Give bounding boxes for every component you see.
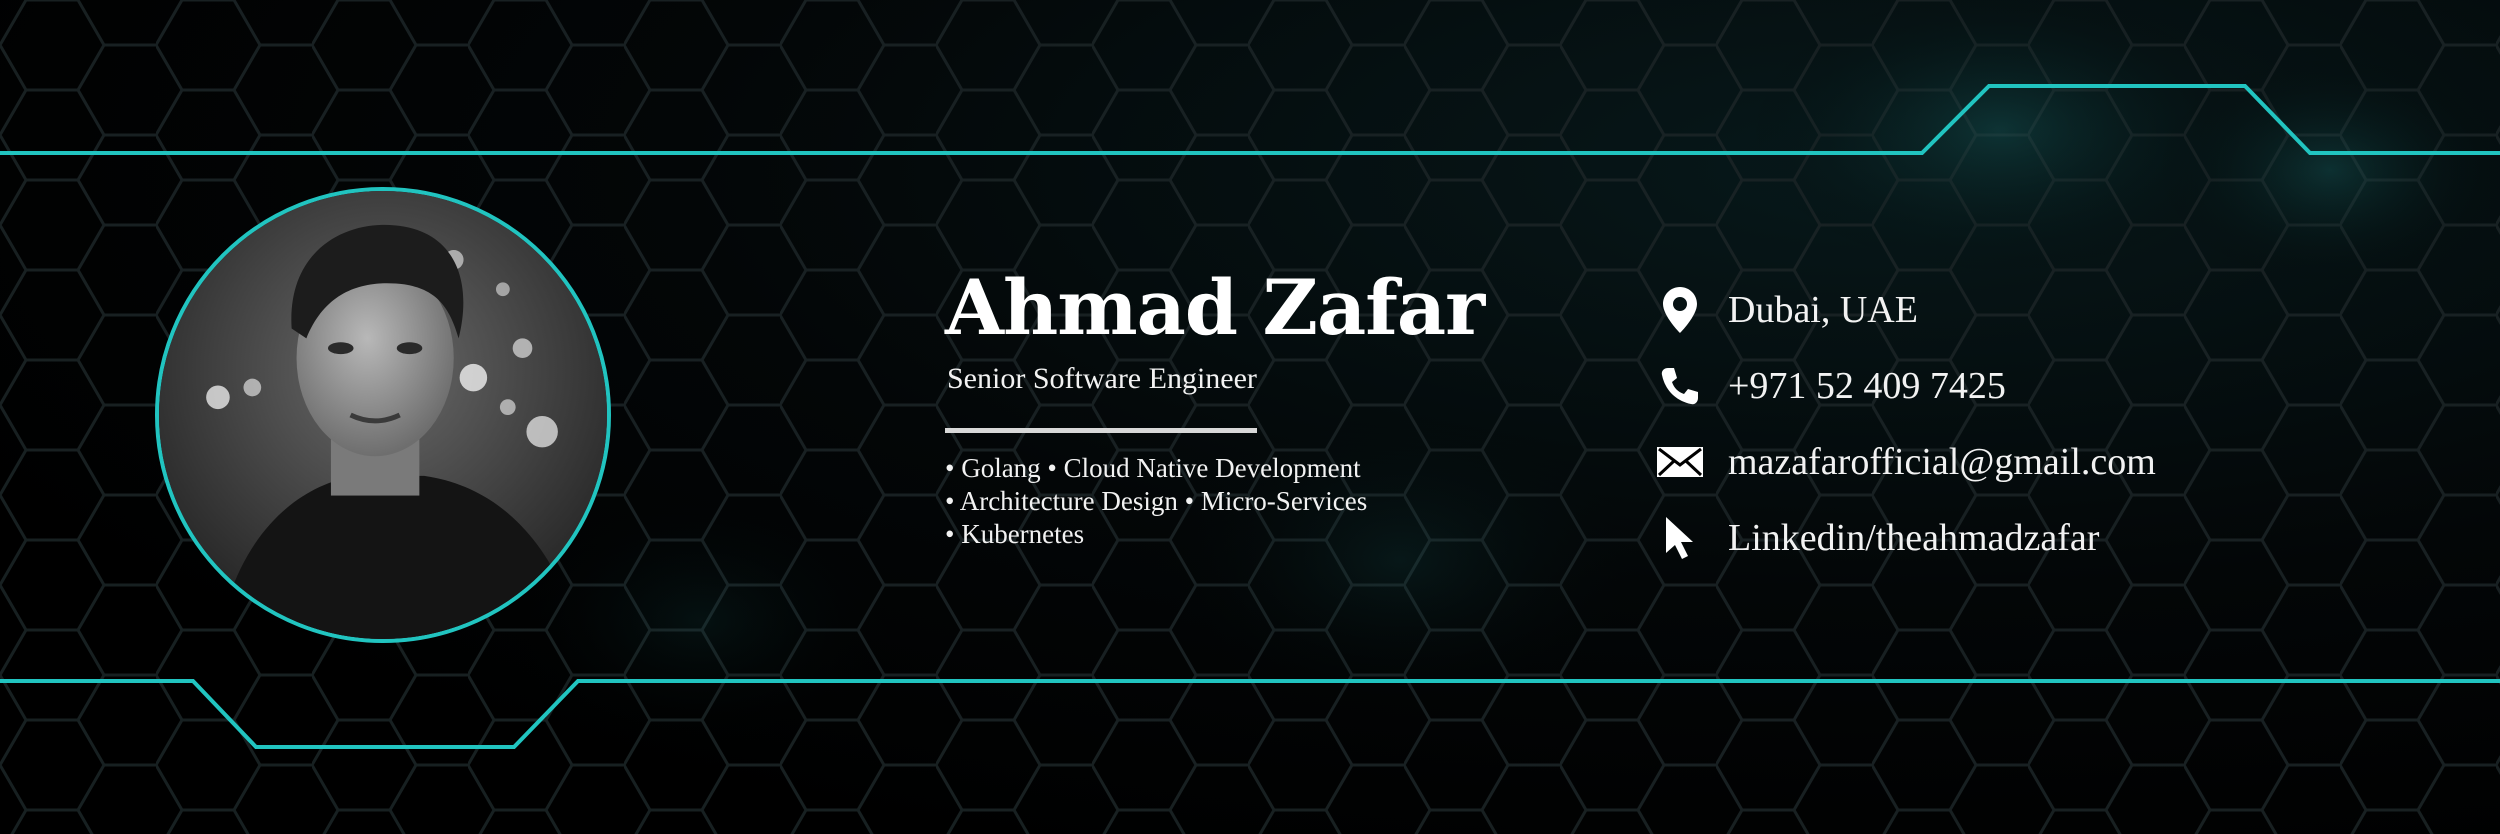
- contact-phone[interactable]: +971 52 409 7425: [1655, 348, 2156, 424]
- portrait-image: [159, 191, 607, 639]
- divider: [945, 428, 1257, 433]
- contact-list: Dubai, UAE +971 52 409 7425 mazafaroffic…: [1655, 272, 2156, 576]
- skills-list: • Golang • Cloud Native Development • Ar…: [945, 452, 1367, 551]
- location-pin-icon: [1655, 285, 1705, 335]
- skills-line: • Golang • Cloud Native Development: [945, 453, 1361, 483]
- signature-banner: Ahmad Zafar Senior Software Engineer • G…: [0, 0, 2500, 834]
- cursor-icon: [1655, 513, 1705, 563]
- job-title: Senior Software Engineer: [947, 362, 1257, 395]
- contact-linkedin[interactable]: Linkedin/theahmadzafar: [1655, 500, 2156, 576]
- phone-text[interactable]: +971 52 409 7425: [1728, 364, 2006, 408]
- linkedin-text[interactable]: Linkedin/theahmadzafar: [1728, 516, 2099, 560]
- phone-icon: [1655, 361, 1705, 411]
- profile-photo: [155, 187, 611, 643]
- location-text: Dubai, UAE: [1728, 289, 1918, 331]
- email-text[interactable]: mazafarofficial@gmail.com: [1728, 440, 2156, 484]
- skills-line: • Kubernetes: [945, 519, 1085, 549]
- envelope-icon: [1655, 437, 1705, 487]
- contact-email[interactable]: mazafarofficial@gmail.com: [1655, 424, 2156, 500]
- skills-line: • Architecture Design • Micro-Services: [945, 486, 1368, 516]
- contact-location: Dubai, UAE: [1655, 272, 2156, 348]
- full-name: Ahmad Zafar: [945, 263, 1485, 352]
